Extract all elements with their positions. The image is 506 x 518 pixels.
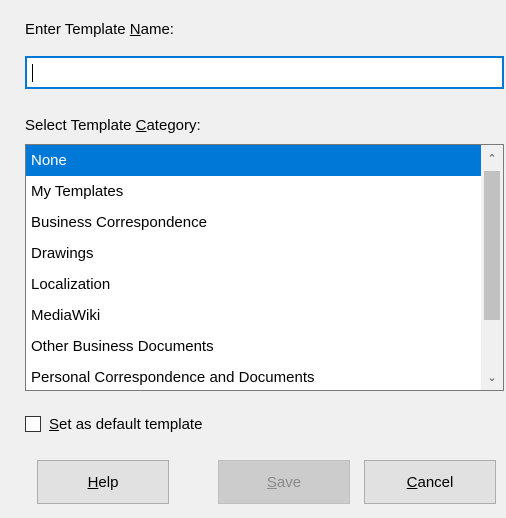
chevron-down-icon[interactable]: ⌄	[481, 364, 503, 390]
chevron-up-icon[interactable]: ⌃	[481, 145, 503, 171]
category-item[interactable]: Business Correspondence	[26, 207, 481, 238]
template-name-input[interactable]	[25, 56, 504, 89]
default-template-label: Set as default template	[49, 415, 203, 433]
category-item[interactable]: None	[26, 145, 481, 176]
template-name-label: Enter Template Name:	[25, 21, 174, 38]
category-item[interactable]: Localization	[26, 269, 481, 300]
help-button-label: Help	[87, 473, 119, 491]
category-items: None My Templates Business Correspondence D…	[26, 145, 481, 390]
category-item[interactable]: MediaWiki	[26, 300, 481, 331]
category-item[interactable]: Drawings	[26, 238, 481, 269]
template-category-label: Select Template Category:	[25, 117, 201, 134]
category-item[interactable]: Other Business Documents	[26, 331, 481, 362]
cancel-button-label: Cancel	[406, 473, 454, 491]
category-item[interactable]: My Templates	[26, 176, 481, 207]
template-category-label-text: Select Template Category:	[25, 117, 201, 134]
scrollbar-thumb[interactable]	[484, 171, 500, 320]
template-category-list[interactable]: None My Templates Business Correspondence D…	[25, 144, 504, 391]
default-template-checkbox[interactable]	[25, 416, 41, 432]
category-item[interactable]: Personal Correspondence and Documents	[26, 362, 481, 390]
save-button[interactable]: Save	[218, 460, 350, 504]
cancel-button[interactable]: Cancel	[364, 460, 496, 504]
default-template-option[interactable]: Set as default template	[25, 414, 202, 434]
template-name-label-text: Enter Template Name:	[25, 21, 174, 38]
help-button[interactable]: Help	[37, 460, 169, 504]
save-button-label: Save	[266, 473, 302, 491]
list-scrollbar[interactable]: ⌃ ⌄	[481, 145, 503, 390]
text-caret	[32, 64, 33, 82]
